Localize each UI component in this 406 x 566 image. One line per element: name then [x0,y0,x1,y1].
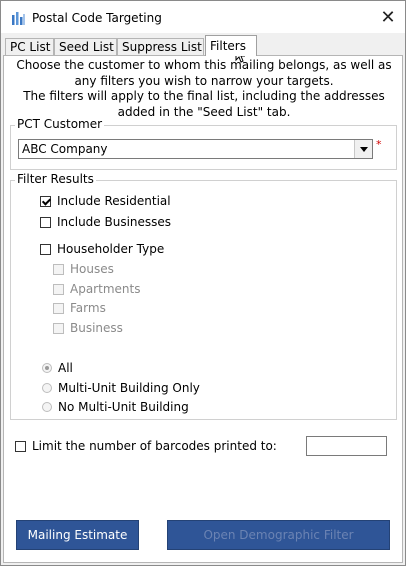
customer-select[interactable]: ABC Company [18,139,373,159]
instructions-line-2: any filters you wish to narrow your targ… [74,73,334,88]
close-button[interactable]: ✕ [371,1,405,33]
unit-multi-only-option: Multi-Unit Building Only [42,380,200,396]
apartments-label: Apartments [70,282,141,296]
limit-barcodes-label: Limit the number of barcodes printed to: [32,439,277,453]
business-checkbox [53,322,64,334]
unit-all-radio [42,363,52,373]
farms-label: Farms [70,301,106,315]
include-residential-option[interactable]: Include Residential [40,193,171,209]
householder-type-label: Householder Type [57,242,165,256]
farms-option: Farms [53,300,106,316]
unit-no-multi-option: No Multi-Unit Building [42,399,189,415]
business-option: Business [53,320,123,336]
unit-multi-only-radio [42,383,52,393]
tab-pc-list[interactable]: PC List [5,38,54,55]
business-label: Business [70,321,123,335]
houses-option: Houses [53,261,114,277]
window-title: Postal Code Targeting [32,11,162,25]
limit-barcodes-input[interactable] [306,436,387,456]
instructions-line-3: The filters will apply to the final list… [23,89,385,103]
chevron-down-icon[interactable] [354,140,372,158]
tab-suppress-list[interactable]: Suppress List [117,38,204,55]
postal-code-targeting-window: Postal Code Targeting ✕ PC List Seed Lis… [0,0,406,566]
unit-no-multi-radio [42,402,52,412]
instructions-line-1: Choose the customer to whom this mailing… [16,58,392,72]
apartments-option: Apartments [53,281,140,297]
open-demographic-filter-button: Open Demographic Filter [167,520,390,550]
close-icon: ✕ [380,6,396,28]
tab-filters[interactable]: Filters [205,35,257,56]
app-bars-icon [12,12,25,25]
filters-panel: Choose the customer to whom this mailing… [3,55,403,563]
apartments-checkbox [53,283,64,295]
unit-no-multi-label: No Multi-Unit Building [58,400,189,414]
title-bar: Postal Code Targeting ✕ [1,1,405,33]
pct-customer-group-title: PCT Customer [15,117,105,131]
limit-barcodes-checkbox[interactable] [15,440,26,452]
mailing-estimate-button[interactable]: Mailing Estimate [16,520,139,550]
unit-all-label: All [58,361,73,375]
required-marker: * [376,138,382,151]
tab-seed-list[interactable]: Seed List [54,38,117,55]
unit-all-option: All [42,360,73,376]
filter-results-group-title: Filter Results [15,172,96,186]
include-residential-label: Include Residential [57,194,171,208]
limit-barcodes-option[interactable]: Limit the number of barcodes printed to: [15,438,277,454]
houses-label: Houses [70,262,114,276]
include-residential-checkbox[interactable] [40,195,51,207]
unit-multi-only-label: Multi-Unit Building Only [58,381,200,395]
householder-type-option[interactable]: Householder Type [40,241,164,257]
include-businesses-label: Include Businesses [57,215,172,229]
householder-type-checkbox[interactable] [40,243,51,255]
include-businesses-checkbox[interactable] [40,216,51,228]
customer-select-value: ABC Company [22,142,108,156]
include-businesses-option[interactable]: Include Businesses [40,214,171,230]
farms-checkbox [53,302,64,314]
instructions-text: Choose the customer to whom this mailing… [4,58,404,120]
houses-checkbox [53,263,64,275]
tab-strip: PC List Seed List Suppress List Filters [1,34,405,56]
